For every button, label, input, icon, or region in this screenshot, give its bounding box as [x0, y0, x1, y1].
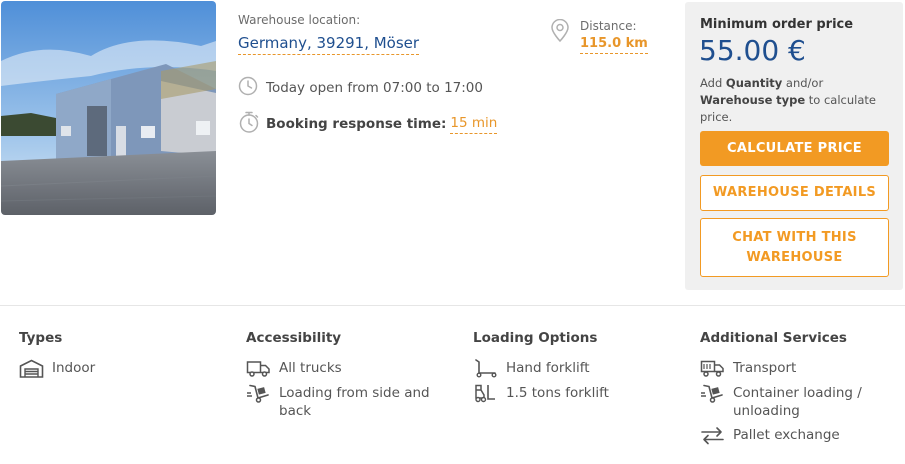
location-label: Warehouse location:	[238, 13, 361, 27]
distance-value[interactable]: 115.0 km	[580, 36, 648, 54]
warehouse-icon	[19, 359, 44, 378]
exchange-arrows-icon	[701, 427, 724, 445]
list-item: 1.5 tons forklift	[473, 384, 683, 403]
truck-icon	[246, 361, 270, 377]
section-divider	[0, 305, 905, 306]
hand-forklift-icon	[475, 359, 497, 378]
min-order-label: Minimum order price	[700, 17, 854, 32]
service-container-loading: Container loading / unloading	[733, 385, 862, 419]
list-item: Indoor	[19, 359, 219, 378]
transport-truck-icon	[700, 360, 724, 377]
loading-hand-forklift: Hand forklift	[506, 360, 590, 376]
calculate-price-button[interactable]: CALCULATE PRICE	[700, 131, 889, 166]
chat-button-line-1: CHAT WITH THIS	[732, 230, 857, 245]
type-indoor: Indoor	[52, 360, 96, 376]
access-loading-side: Loading from side and back	[279, 385, 430, 419]
hand-truck-icon	[247, 384, 269, 403]
features-additional: Additional Services Transport Container …	[700, 330, 900, 451]
stopwatch-icon	[238, 110, 260, 138]
accessibility-title: Accessibility	[246, 330, 342, 346]
hint-add: Add	[700, 76, 723, 90]
distance-label: Distance:	[580, 19, 637, 33]
warehouse-photo	[1, 1, 216, 215]
features-loading: Loading Options Hand forklift 1.5 tons f…	[473, 330, 683, 409]
additional-title: Additional Services	[700, 330, 847, 346]
booking-response-value[interactable]: 15 min	[450, 115, 498, 134]
access-all-trucks: All trucks	[279, 360, 342, 376]
features-types: Types Indoor	[19, 330, 219, 384]
service-pallet-exchange: Pallet exchange	[733, 427, 840, 443]
price-panel: Minimum order price 55.00 € Add Quantity…	[685, 2, 903, 290]
opening-hours-text: Today open from 07:00 to 17:00	[266, 80, 483, 96]
forklift-icon	[475, 384, 495, 403]
min-order-price: 55.00 €	[699, 34, 806, 67]
features-accessibility: Accessibility All trucks Loading from si…	[246, 330, 446, 426]
list-item: Transport	[700, 359, 900, 378]
chat-with-warehouse-button[interactable]: CHAT WITH THIS WAREHOUSE	[700, 218, 889, 277]
list-item: Container loading / unloading	[700, 384, 900, 420]
list-item: All trucks	[246, 359, 446, 378]
container-loading-icon	[701, 384, 723, 403]
hint-andor: and/or	[785, 76, 824, 90]
types-title: Types	[19, 330, 63, 346]
clock-icon	[238, 76, 258, 100]
map-pin-icon	[550, 18, 570, 47]
list-item: Pallet exchange	[700, 426, 900, 445]
location-link[interactable]: Germany, 39291, Möser	[238, 34, 420, 55]
hint-warehouse: Warehouse	[700, 93, 773, 107]
service-transport: Transport	[733, 360, 797, 376]
list-item: Hand forklift	[473, 359, 683, 378]
booking-response-label: Booking response time:	[266, 116, 447, 132]
booking-response: Booking response time: 15 min	[238, 110, 498, 138]
price-hint: Add Quantity and/or Warehouse type to ca…	[700, 75, 895, 126]
chat-button-line-2: WAREHOUSE	[746, 250, 843, 265]
list-item: Loading from side and back	[246, 384, 446, 420]
loading-title: Loading Options	[473, 330, 598, 346]
loading-tons-forklift: 1.5 tons forklift	[506, 385, 609, 401]
hint-quantity: Quantity	[725, 76, 783, 90]
hint-type: type	[776, 93, 806, 107]
warehouse-details-button[interactable]: WAREHOUSE DETAILS	[700, 175, 889, 211]
opening-hours: Today open from 07:00 to 17:00	[238, 76, 483, 100]
